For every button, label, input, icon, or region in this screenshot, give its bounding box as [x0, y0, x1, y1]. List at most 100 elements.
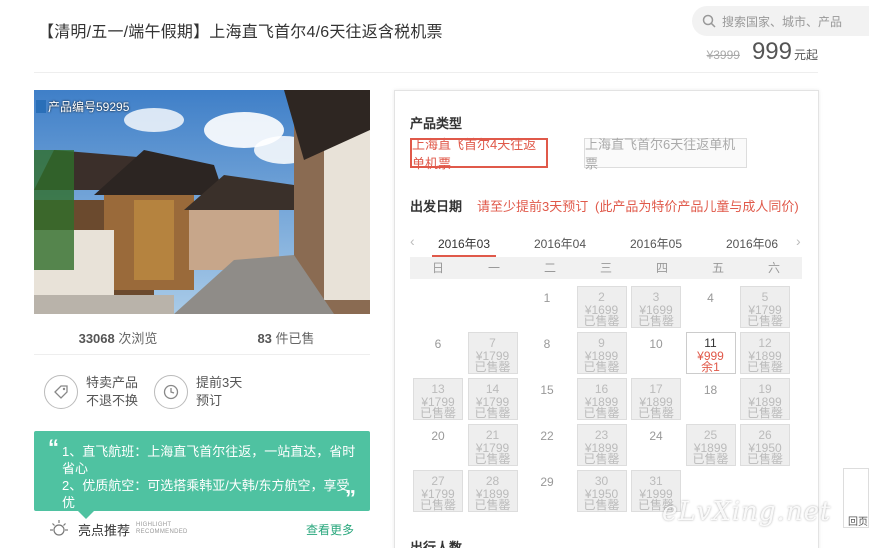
- calendar-day-30[interactable]: 30 ¥1950 已售罄: [576, 470, 627, 512]
- calendar-day-6: 6: [413, 332, 463, 374]
- day-status: 已售罄: [583, 498, 620, 512]
- day-status: 已售罄: [474, 406, 511, 420]
- clock-icon: [154, 375, 188, 409]
- day-number: 8: [543, 337, 551, 351]
- tab-month-03[interactable]: 2016年03: [428, 235, 500, 257]
- sun-icon: [50, 520, 68, 536]
- day-status: 已售罄: [692, 452, 729, 466]
- bookmark-icon: [36, 100, 46, 113]
- divider: [34, 354, 370, 355]
- day-status: 已售罄: [637, 406, 674, 420]
- quote-close-icon: „: [345, 473, 356, 498]
- search-input[interactable]: 搜索国家、城市、产品: [692, 6, 869, 36]
- highlight-title: 亮点推荐: [78, 522, 131, 538]
- calendar-day-27[interactable]: 27 ¥1799 已售罄: [413, 470, 463, 512]
- day-status: 已售罄: [419, 498, 456, 512]
- calendar-day-2[interactable]: 2 ¥1699 已售罄: [576, 286, 627, 328]
- option-4day[interactable]: 上海直飞首尔4天往返单机票: [410, 137, 548, 171]
- day-number: 4: [707, 291, 714, 305]
- day-status: 已售罄: [583, 314, 620, 328]
- day-number: 11: [704, 336, 717, 350]
- highlight-line: 2、优质航空：可选搭乘韩亚/大韩/东方航空，享受优: [62, 478, 350, 510]
- day-status: 已售罄: [746, 406, 783, 420]
- day-number: 22: [540, 429, 554, 443]
- day-number: 15: [540, 383, 554, 397]
- day-number: 18: [703, 383, 718, 397]
- day-status: 已售罄: [474, 498, 511, 512]
- calendar-day-9[interactable]: 9 ¥1899 已售罄: [576, 332, 627, 374]
- calendar-day-24: 24: [631, 424, 681, 466]
- search-placeholder: 搜索国家、城市、产品: [722, 14, 843, 29]
- departure-date-label: 出发日期: [410, 199, 463, 214]
- calendar-day-18: 18: [686, 378, 736, 420]
- highlight-box: “ 1、直飞航班：上海直飞首尔往返，一站直达，省时 省心 2、优质航空：可选搭乘…: [34, 431, 370, 519]
- calendar-day-7[interactable]: 7 ¥1799 已售罄: [467, 332, 518, 374]
- day-number: 25: [703, 428, 718, 442]
- calendar-day-5[interactable]: 5 ¥1799 已售罄: [740, 286, 790, 328]
- tab-month-04[interactable]: 2016年04: [524, 235, 596, 252]
- calendar-day-16[interactable]: 16 ¥1899 已售罄: [576, 378, 627, 420]
- day-number: 12: [758, 336, 772, 350]
- day-number: 27: [431, 474, 445, 488]
- calendar-day-25[interactable]: 25 ¥1899 已售罄: [685, 424, 736, 466]
- calendar-day-4: 4: [686, 286, 736, 328]
- calendar-day-11[interactable]: 11 ¥999 余1: [685, 332, 736, 374]
- calendar-day-8: 8: [522, 332, 572, 374]
- chevron-right-icon[interactable]: ›: [796, 233, 801, 249]
- day-status: 已售罄: [583, 406, 620, 420]
- calendar-day-26[interactable]: 26 ¥1950 已售罄: [740, 424, 790, 466]
- day-number: 6: [434, 337, 442, 351]
- advance-note: 请至少提前3天预订: [477, 199, 589, 214]
- day-number: 30: [594, 474, 609, 488]
- calendar-day-23[interactable]: 23 ¥1899 已售罄: [576, 424, 627, 466]
- back-to-page-tab[interactable]: 回页: [843, 468, 869, 528]
- calendar-day-13[interactable]: 13 ¥1799 已售罄: [413, 378, 463, 420]
- day-number: 23: [594, 428, 609, 442]
- month-tabs: ‹ 2016年03 2016年04 2016年05 2016年06 ›: [410, 231, 802, 257]
- tab-month-05[interactable]: 2016年05: [620, 235, 692, 252]
- day-status: 已售罄: [746, 314, 783, 328]
- tab-month-06[interactable]: 2016年06: [716, 235, 788, 252]
- sold-label: 件已售: [275, 331, 315, 346]
- product-id-label: 产品编号59295: [36, 98, 129, 115]
- chevron-left-icon[interactable]: ‹: [410, 233, 415, 249]
- day-status: 已售罄: [474, 360, 511, 374]
- day-number: 9: [598, 336, 605, 350]
- page-title: 【清明/五一/端午假期】上海直飞首尔4/6天往返含税机票: [38, 24, 443, 41]
- product-id-text: 产品编号59295: [48, 100, 130, 114]
- product-photo: 产品编号59295: [34, 90, 370, 314]
- day-number: 28: [485, 474, 500, 488]
- day-number: 17: [649, 382, 663, 396]
- calendar-day-14[interactable]: 14 ¥1799 已售罄: [467, 378, 518, 420]
- calendar-day-12[interactable]: 12 ¥1899 已售罄: [740, 332, 790, 374]
- highlight-sub1: HIGHLIGHT: [136, 522, 172, 528]
- weekday: 五: [711, 261, 724, 275]
- child-price-note: (此产品为特价产品儿童与成人同价): [595, 199, 799, 214]
- feature-special-offer: 特卖产品 不退不换: [44, 374, 138, 410]
- day-status: 已售罄: [637, 314, 674, 328]
- product-page: 【清明/五一/端午假期】上海直飞首尔4/6天往返含税机票 搜索国家、城市、产品 …: [0, 0, 869, 548]
- calendar-day-17[interactable]: 17 ¥1899 已售罄: [631, 378, 681, 420]
- feature-line: 提前3天: [196, 375, 243, 390]
- calendar-day-28[interactable]: 28 ¥1899 已售罄: [467, 470, 518, 512]
- see-more-link[interactable]: 查看更多: [306, 521, 354, 538]
- sold-count: 83: [257, 331, 272, 346]
- calendar-day-21[interactable]: 21 ¥1799 已售罄: [467, 424, 518, 466]
- calendar-day-22: 22: [522, 424, 572, 466]
- weekday: 二: [543, 261, 556, 275]
- quote-open-icon: “: [48, 435, 59, 460]
- day-status: 已售罄: [474, 452, 511, 466]
- weekday: 三: [599, 261, 612, 275]
- option-6day[interactable]: 上海直飞首尔6天往返单机票: [584, 137, 747, 171]
- original-price: ¥3999: [706, 48, 740, 62]
- day-number: 13: [431, 382, 445, 396]
- highlight-line: 1、直飞航班：上海直飞首尔往返，一站直达，省时: [62, 444, 356, 459]
- tag-icon: [44, 375, 78, 409]
- calendar-day-19[interactable]: 19 ¥1899 已售罄: [740, 378, 790, 420]
- highlight-footer: 亮点推荐 HIGHLIGHT RECOMMENDED: [48, 518, 188, 540]
- calendar-day-3[interactable]: 3 ¥1699 已售罄: [631, 286, 681, 328]
- calendar-day-1: 1: [522, 286, 572, 328]
- day-number: 29: [540, 475, 554, 489]
- day-status: 已售罄: [746, 452, 783, 466]
- day-number: 19: [758, 382, 772, 396]
